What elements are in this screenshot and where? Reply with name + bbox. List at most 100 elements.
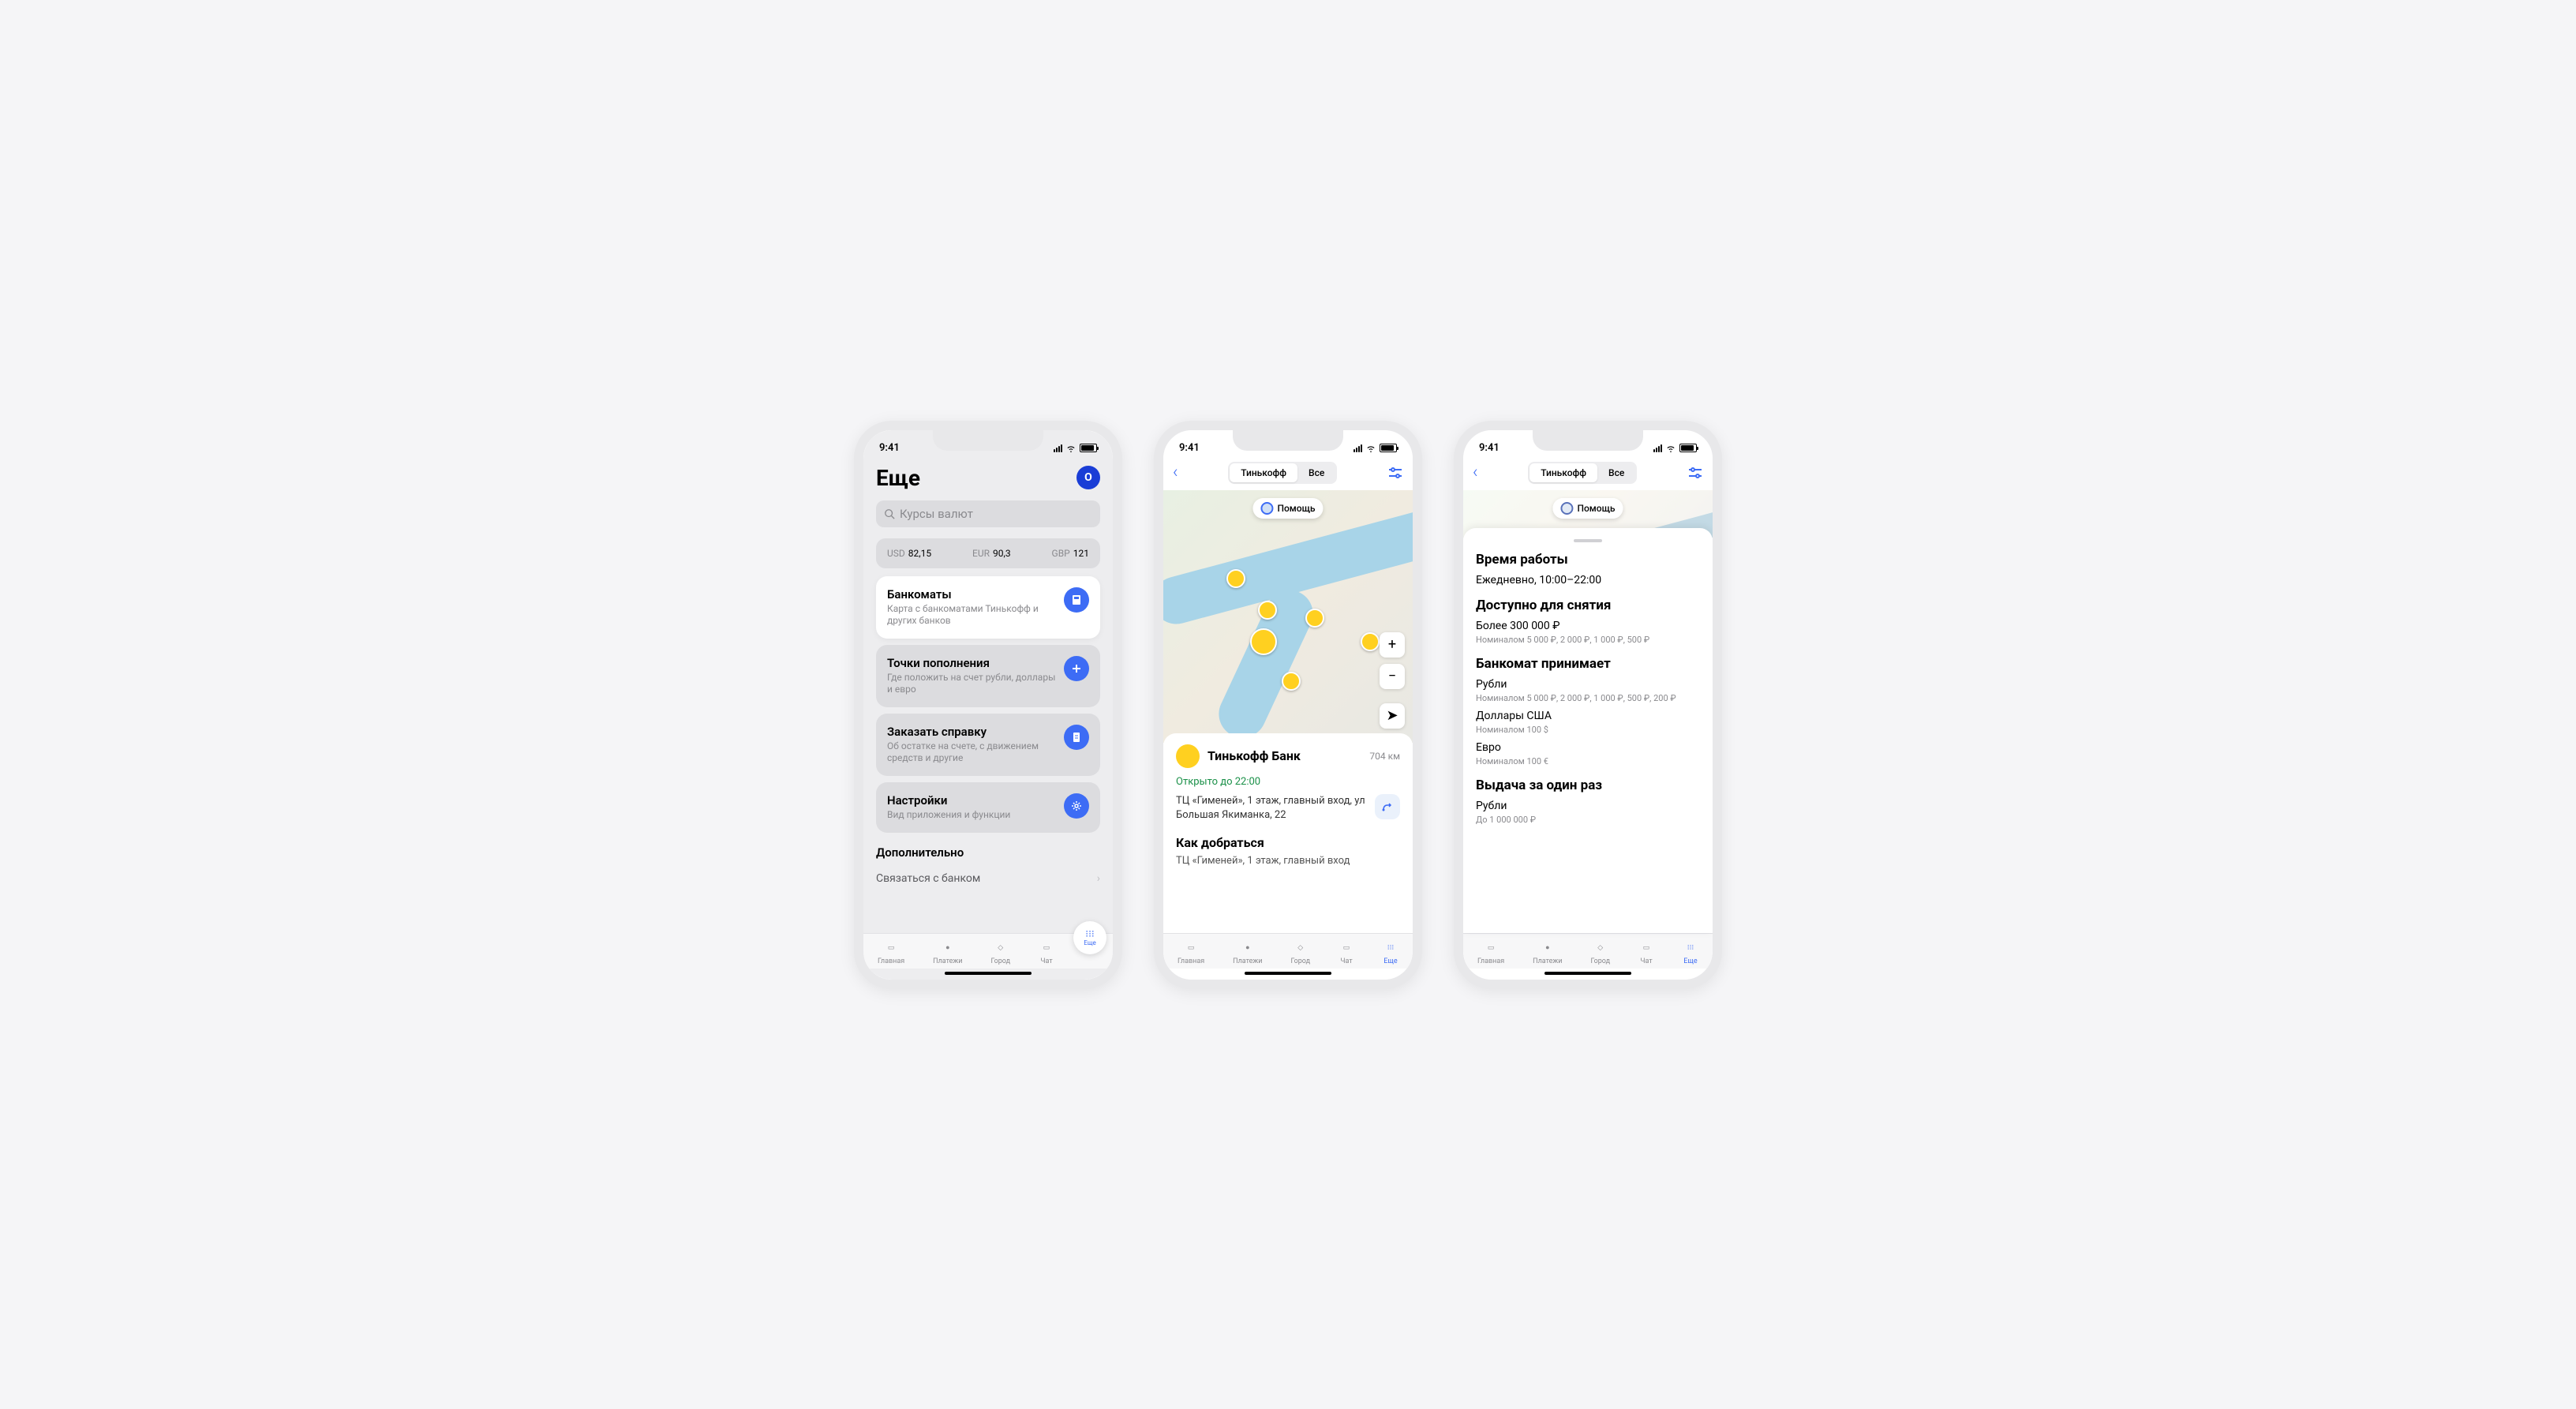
open-status: Открыто до 22:00 <box>1176 776 1400 788</box>
city-icon: ◇ <box>1293 940 1309 956</box>
tab-chat[interactable]: ▭Чат <box>1335 939 1357 967</box>
home-icon: ▭ <box>883 940 899 956</box>
tab-city[interactable]: ◇Город <box>1287 939 1313 967</box>
tab-payments[interactable]: ●Платежи <box>930 939 965 967</box>
card-subtitle: Об остатке на счете, с движением средств… <box>887 740 1056 765</box>
accepts-rub-denom: Номиналом 5 000 ₽, 2 000 ₽, 1 000 ₽, 500… <box>1476 693 1700 703</box>
rate-gbp: GBP121 <box>1052 548 1089 559</box>
currency-rates[interactable]: USD82,15 EUR90,3 GBP121 <box>876 538 1100 568</box>
address: ТЦ «Гименей», 1 этаж, главный вход, ул Б… <box>1176 794 1367 823</box>
payments-icon: ● <box>1540 940 1556 956</box>
tab-chat[interactable]: ▭Чат <box>1635 939 1657 967</box>
filter-button[interactable] <box>1387 467 1403 479</box>
seg-tinkoff[interactable]: Тинькофф <box>1530 463 1597 482</box>
phone-more-screen: 9:41 Еще О Курсы валют USD82,15 EUR90,3 … <box>854 421 1122 989</box>
notch <box>1233 430 1343 451</box>
zoom-in-button[interactable]: + <box>1380 632 1405 658</box>
atm-pin[interactable] <box>1282 672 1301 691</box>
tab-more[interactable]: ⁝⁝⁝Еще <box>1380 939 1402 967</box>
status-indicators <box>1054 444 1097 452</box>
tab-more[interactable]: ⁝⁝⁝ Еще <box>1073 921 1106 954</box>
status-time: 9:41 <box>1179 442 1200 454</box>
tab-payments[interactable]: ●Платежи <box>1530 939 1565 967</box>
seg-all[interactable]: Все <box>1597 463 1635 482</box>
locate-button[interactable]: ➤ <box>1380 703 1405 729</box>
wifi-icon <box>1665 444 1676 452</box>
home-indicator <box>1544 972 1631 975</box>
nav-bar: ‹ Тинькофф Все <box>1463 459 1713 490</box>
atm-pin[interactable] <box>1226 569 1245 588</box>
seg-all[interactable]: Все <box>1297 463 1335 482</box>
tab-more[interactable]: ⁝⁝⁝Еще <box>1679 939 1702 967</box>
withdraw-amount: Более 300 000 ₽ <box>1476 620 1700 632</box>
accepts-usd-denom: Номиналом 100 $ <box>1476 725 1700 735</box>
dispense-title: Выдача за один раз <box>1476 778 1700 793</box>
hours-title: Время работы <box>1476 552 1700 568</box>
chevron-right-icon: › <box>1097 872 1100 885</box>
accepts-eur-denom: Номиналом 100 € <box>1476 756 1700 766</box>
card-title: Заказать справку <box>887 725 1056 739</box>
sheet-handle[interactable] <box>1574 539 1602 542</box>
nav-bar: ‹ Тинькофф Все <box>1163 459 1413 490</box>
tab-home[interactable]: ▭Главная <box>1174 939 1208 967</box>
avatar[interactable]: О <box>1076 466 1100 489</box>
status-indicators <box>1653 444 1697 452</box>
help-chip[interactable]: Помощь <box>1552 498 1623 519</box>
back-button[interactable]: ‹ <box>1473 463 1478 482</box>
tab-chat[interactable]: ▭Чат <box>1035 939 1058 967</box>
tab-city[interactable]: ◇Город <box>987 939 1013 967</box>
atm-pin[interactable] <box>1361 632 1380 651</box>
help-dot-icon <box>1260 502 1273 515</box>
card-certificate[interactable]: Заказать справку Об остатке на счете, с … <box>876 714 1100 776</box>
rate-usd: USD82,15 <box>887 548 931 559</box>
back-button[interactable]: ‹ <box>1173 463 1178 482</box>
search-input[interactable]: Курсы валют <box>876 500 1100 527</box>
wifi-icon <box>1065 444 1076 452</box>
atm-pin[interactable] <box>1258 601 1277 620</box>
tab-home[interactable]: ▭Главная <box>874 939 908 967</box>
withdraw-denom: Номиналом 5 000 ₽, 2 000 ₽, 1 000 ₽, 500… <box>1476 635 1700 645</box>
dispense-rub-limit: До 1 000 000 ₽ <box>1476 815 1700 825</box>
filter-button[interactable] <box>1687 467 1703 479</box>
plus-icon <box>1064 656 1089 681</box>
tab-home[interactable]: ▭Главная <box>1474 939 1507 967</box>
card-subtitle: Вид приложения и функции <box>887 809 1056 822</box>
notch <box>933 430 1043 451</box>
atm-pin[interactable] <box>1305 609 1324 628</box>
tab-city[interactable]: ◇Город <box>1587 939 1613 967</box>
directions-title: Как добраться <box>1176 835 1400 850</box>
payments-icon: ● <box>940 940 956 956</box>
rate-eur: EUR90,3 <box>972 548 1011 559</box>
card-title: Настройки <box>887 793 1056 808</box>
bank-logo-icon <box>1176 744 1200 768</box>
atm-info-sheet: Время работы Ежедневно, 10:00–22:00 Дост… <box>1463 528 1713 933</box>
zoom-out-button[interactable]: − <box>1380 664 1405 689</box>
tab-bar: ▭Главная ●Платежи ◇Город ▭Чат Еще ⁝⁝⁝ Ещ… <box>863 933 1113 969</box>
seg-tinkoff[interactable]: Тинькофф <box>1230 463 1297 482</box>
atm-details-sheet: Тинькофф Банк 704 км Открыто до 22:00 ТЦ… <box>1163 733 1413 933</box>
tab-payments[interactable]: ●Платежи <box>1230 939 1265 967</box>
map[interactable]: Помощь + − ➤ <box>1163 490 1413 743</box>
card-settings[interactable]: Настройки Вид приложения и функции <box>876 782 1100 833</box>
status-indicators <box>1354 444 1397 452</box>
help-chip[interactable]: Помощь <box>1252 498 1323 519</box>
directions-text: ТЦ «Гименей», 1 этаж, главный вход <box>1176 855 1400 867</box>
route-button[interactable] <box>1375 794 1400 819</box>
section-title: Дополнительно <box>876 845 1100 860</box>
card-subtitle: Где положить на счет рубли, доллары и ев… <box>887 672 1056 696</box>
card-atms[interactable]: Банкоматы Карта с банкоматами Тинькофф и… <box>876 576 1100 639</box>
card-title: Точки пополнения <box>887 656 1056 670</box>
status-time: 9:41 <box>1479 442 1500 454</box>
more-icon: ⁝⁝⁝ <box>1683 940 1698 956</box>
home-icon: ▭ <box>1483 940 1499 956</box>
chat-icon: ▭ <box>1039 940 1054 956</box>
search-icon <box>884 508 895 519</box>
card-topup[interactable]: Точки пополнения Где положить на счет ру… <box>876 645 1100 707</box>
accepts-rub: Рубли <box>1476 678 1700 691</box>
link-contact-bank[interactable]: Связаться с банком › <box>876 864 1100 893</box>
bank-name: Тинькофф Банк <box>1208 748 1361 763</box>
battery-icon <box>1679 444 1697 452</box>
city-icon: ◇ <box>993 940 1009 956</box>
battery-icon <box>1380 444 1397 452</box>
atm-pin-selected[interactable] <box>1250 628 1277 655</box>
